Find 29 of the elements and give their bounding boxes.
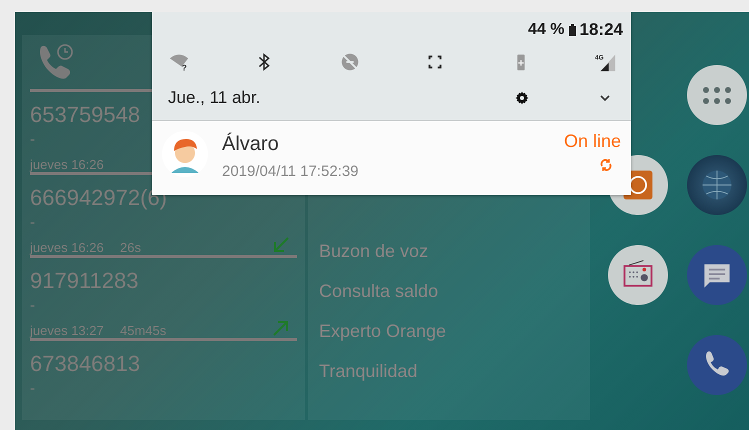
notification-timestamp: 2019/04/11 17:52:39: [222, 163, 360, 180]
online-status: On line: [564, 131, 621, 152]
menu-item[interactable]: Buzon de voz: [319, 240, 590, 262]
expand-chevron-icon[interactable]: [599, 94, 611, 102]
apps-grid-icon: [703, 86, 731, 104]
phone-number: 666942972(6): [30, 184, 168, 212]
call-time: jueves 16:26: [30, 240, 105, 255]
sync-icon: [599, 158, 613, 172]
date-label: Jue., 11 abr.: [168, 88, 262, 108]
phone-number: 673846813: [30, 350, 140, 378]
settings-icon[interactable]: [515, 91, 529, 105]
phone-number: 917911283: [30, 267, 138, 295]
call-duration: 26s: [120, 240, 141, 255]
call-time: jueves 13:27: [30, 323, 105, 338]
status-time: 18:24: [580, 20, 623, 40]
battery-icon: [568, 24, 576, 36]
contact-name: Álvaro: [222, 132, 280, 157]
menu-item[interactable]: Experto Orange: [319, 320, 590, 342]
call-note: -: [30, 379, 35, 399]
call-note: -: [30, 130, 35, 150]
menu-item[interactable]: Consulta saldo: [319, 280, 590, 302]
menu-item[interactable]: Tranquilidad: [319, 360, 590, 382]
phone-number: 653759548: [30, 101, 140, 129]
battery-level: 44 %: [528, 21, 565, 39]
call-note: -: [30, 296, 35, 316]
call-note: -: [30, 213, 35, 233]
wifi-question-label: ?: [182, 63, 187, 72]
call-duration: 45m45s: [120, 323, 166, 338]
call-time: jueves 16:26: [30, 157, 105, 172]
